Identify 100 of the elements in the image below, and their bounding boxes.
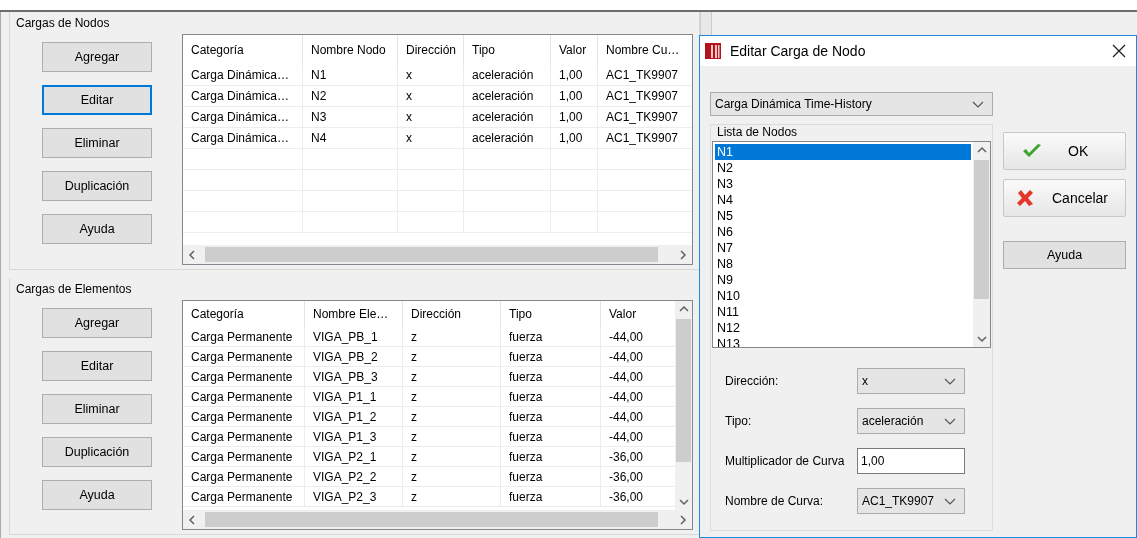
table-cell: Carga Permanente — [183, 467, 305, 487]
action-button[interactable]: Duplicación — [42, 171, 152, 201]
table-cell: fuerza — [501, 447, 601, 467]
table-cell: aceleración — [464, 107, 551, 128]
table-cell: N4 — [303, 128, 398, 149]
scroll-down-icon[interactable] — [677, 498, 690, 506]
list-item[interactable]: N6 — [715, 224, 971, 240]
cancel-button[interactable]: Cancelar — [1003, 179, 1126, 217]
column-header[interactable]: Nombre Ele… — [305, 301, 403, 327]
list-item[interactable]: N7 — [715, 240, 971, 256]
column-header[interactable]: Tipo — [464, 35, 551, 65]
column-header[interactable]: Dirección — [403, 301, 501, 327]
action-button[interactable]: Eliminar — [42, 128, 152, 158]
dropdown[interactable]: aceleración — [857, 408, 965, 434]
caret-icon — [944, 417, 956, 425]
table-cell: N1 — [303, 65, 398, 86]
list-item[interactable]: N2 — [715, 160, 971, 176]
table-cell: z — [403, 387, 501, 407]
table-cell: VIGA_PB_3 — [305, 367, 403, 387]
ok-button[interactable]: OK — [1003, 132, 1126, 170]
list-item[interactable]: N5 — [715, 208, 971, 224]
list-item[interactable]: N8 — [715, 256, 971, 272]
column-header[interactable]: Dirección — [398, 35, 464, 65]
list-item[interactable]: N3 — [715, 176, 971, 192]
caret-icon — [972, 100, 984, 108]
table-cell: Carga Permanente — [183, 367, 305, 387]
table-cell: Carga Permanente — [183, 327, 305, 347]
table-cell: x — [398, 107, 464, 128]
column-header[interactable]: Categoría — [183, 301, 305, 327]
scroll-right-icon[interactable] — [679, 513, 687, 526]
table-cell: VIGA_PB_2 — [305, 347, 403, 367]
caret-icon — [944, 497, 956, 505]
close-icon[interactable] — [1112, 44, 1126, 58]
column-header[interactable]: Valor — [551, 35, 598, 65]
table-cell: aceleración — [464, 128, 551, 149]
table-cell: fuerza — [501, 387, 601, 407]
list-item[interactable]: N12 — [715, 320, 971, 336]
scroll-down-icon[interactable] — [975, 335, 988, 343]
group-title: Cargas de Nodos — [15, 15, 111, 32]
table-cell: z — [403, 487, 501, 507]
column-header[interactable]: Nombre Nodo — [303, 35, 398, 65]
field-label: Tipo: — [725, 414, 753, 428]
table-cell: z — [403, 427, 501, 447]
action-button[interactable]: Eliminar — [42, 394, 152, 424]
list-item[interactable]: N9 — [715, 272, 971, 288]
table-cell: 1,00 — [551, 128, 598, 149]
dialog-title: Editar Carga de Nodo — [730, 43, 867, 59]
action-button[interactable]: Duplicación — [42, 437, 152, 467]
scroll-left-icon[interactable] — [188, 513, 196, 526]
scroll-up-icon[interactable] — [975, 146, 988, 154]
list-item[interactable]: N4 — [715, 192, 971, 208]
scroll-right-icon[interactable] — [679, 248, 687, 261]
list-item[interactable]: N1 — [715, 144, 971, 160]
group-title: Cargas de Elementos — [15, 281, 133, 298]
column-header[interactable]: Categoría — [183, 35, 303, 65]
horizontal-scrollbar[interactable] — [183, 245, 692, 264]
group-title: Lista de Nodos — [716, 124, 799, 141]
vertical-scrollbar[interactable] — [973, 142, 990, 347]
category-dropdown[interactable]: Carga Dinámica Time-History — [710, 92, 993, 116]
field-label: Dirección: — [725, 374, 780, 388]
action-button[interactable]: Ayuda — [42, 214, 152, 244]
input-field[interactable]: 1,00 — [857, 448, 965, 474]
table-cell: fuerza — [501, 467, 601, 487]
table-cell: Carga Permanente — [183, 487, 305, 507]
table-cell: Carga Dinámica… — [183, 86, 303, 107]
list-item[interactable]: N11 — [715, 304, 971, 320]
action-button[interactable]: Agregar — [42, 308, 152, 338]
table-cell: Carga Permanente — [183, 427, 305, 447]
action-button[interactable]: Editar — [42, 351, 152, 381]
action-button[interactable]: Editar — [42, 85, 152, 115]
action-button[interactable]: Ayuda — [42, 480, 152, 510]
table-cell: x — [398, 128, 464, 149]
help-button[interactable]: Ayuda — [1003, 241, 1126, 269]
table-cell: z — [403, 327, 501, 347]
table-cell: VIGA_P2_1 — [305, 447, 403, 467]
scroll-up-icon[interactable] — [677, 305, 690, 313]
table-cell: fuerza — [501, 487, 601, 507]
table-cell: Carga Permanente — [183, 407, 305, 427]
table-cell: fuerza — [501, 367, 601, 387]
table-cell: VIGA_P1_1 — [305, 387, 403, 407]
table-cell: x — [398, 86, 464, 107]
table-cell: fuerza — [501, 327, 601, 347]
table-cell: z — [403, 347, 501, 367]
table-cell: 1,00 — [551, 107, 598, 128]
table-cell: VIGA_P1_2 — [305, 407, 403, 427]
table-cell: z — [403, 407, 501, 427]
horizontal-scrollbar[interactable] — [183, 510, 692, 529]
scroll-left-icon[interactable] — [188, 248, 196, 261]
caret-icon — [944, 377, 956, 385]
dropdown[interactable]: x — [857, 368, 965, 394]
column-header[interactable]: Tipo — [501, 301, 601, 327]
check-icon — [1022, 143, 1042, 159]
table-cell: Carga Permanente — [183, 347, 305, 367]
dropdown[interactable]: AC1_TK9907 — [857, 488, 965, 514]
vertical-scrollbar[interactable] — [675, 301, 692, 510]
table-cell: z — [403, 367, 501, 387]
table-cell: VIGA_P2_2 — [305, 467, 403, 487]
table-cell: 1,00 — [551, 65, 598, 86]
list-item[interactable]: N10 — [715, 288, 971, 304]
action-button[interactable]: Agregar — [42, 42, 152, 72]
